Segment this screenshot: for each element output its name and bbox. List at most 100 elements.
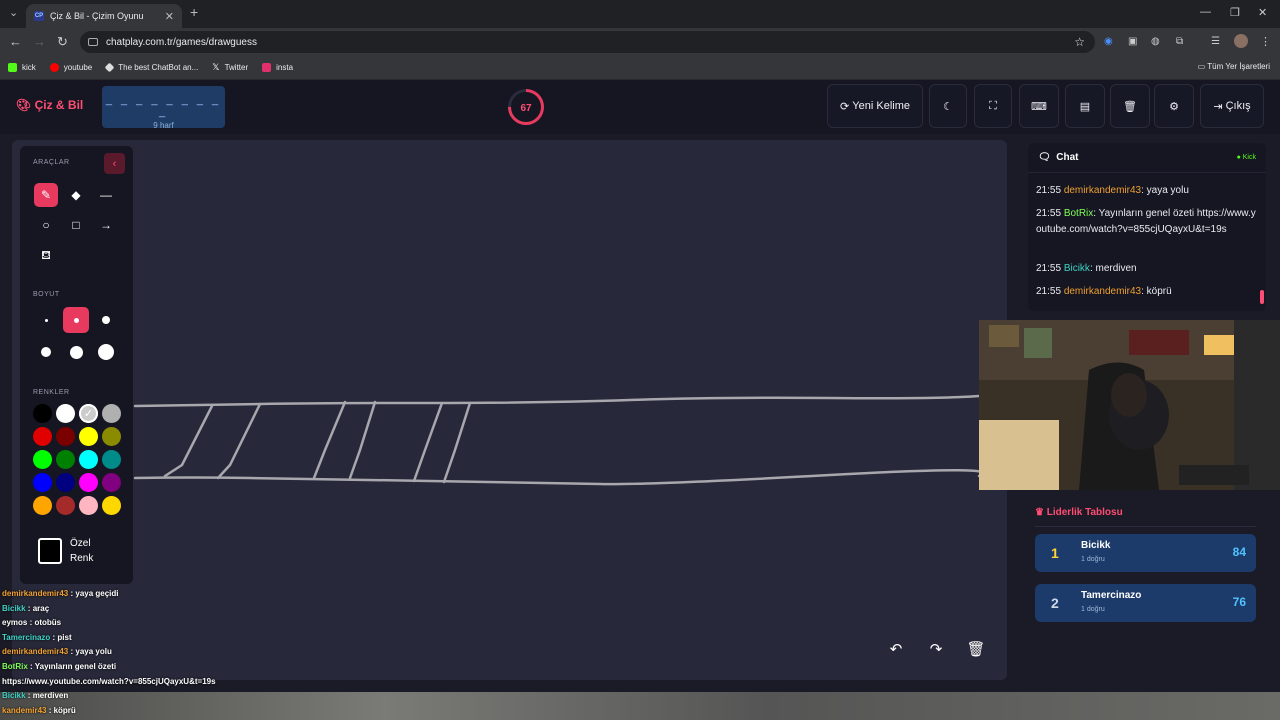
color-swatch[interactable] — [79, 496, 98, 515]
overlay-chat-message: Bicikk : araç — [2, 604, 49, 613]
paint-bucket-icon: ⛾ — [41, 248, 51, 262]
reload-icon[interactable]: ↻ — [57, 34, 68, 50]
size-1[interactable] — [33, 307, 59, 333]
bookmark-kick[interactable]: kick — [8, 63, 36, 72]
trash-icon: 🗑︎ — [966, 641, 986, 658]
reading-list-icon[interactable]: ☰ — [1211, 36, 1220, 47]
favicon-icon: CP — [34, 11, 44, 21]
color-swatch[interactable] — [79, 473, 98, 492]
extension-icon[interactable]: ◉ — [1104, 36, 1113, 47]
chat-scrollbar[interactable] — [1260, 290, 1264, 304]
close-window-icon[interactable]: ✕ — [1258, 6, 1267, 19]
extensions-puzzle-icon[interactable]: ⧉ — [1176, 36, 1183, 47]
overlay-chat-text: : otobüs — [27, 618, 62, 628]
color-swatch[interactable] — [79, 427, 98, 446]
color-swatch[interactable] — [79, 450, 98, 469]
chat-icon: 🗨︎ — [1038, 152, 1057, 163]
fill-tool[interactable]: ⛾ — [34, 244, 58, 268]
chat-header: 🗨︎ Chat ● Kick — [1028, 143, 1266, 173]
site-info-icon[interactable] — [88, 38, 98, 46]
fullscreen-button[interactable]: ⛶ — [974, 84, 1012, 128]
bookmark-insta[interactable]: insta — [262, 63, 293, 72]
overlay-chat-message: demirkandemir43 : yaya yolu — [2, 647, 112, 656]
color-swatch[interactable] — [102, 496, 121, 515]
size-5[interactable] — [63, 339, 89, 365]
color-swatch[interactable] — [56, 427, 75, 446]
color-swatch[interactable] — [33, 496, 52, 515]
color-swatch[interactable] — [56, 473, 75, 492]
color-swatch[interactable] — [33, 404, 52, 423]
color-swatch[interactable] — [102, 473, 121, 492]
eraser-tool[interactable]: ◆ — [64, 183, 88, 207]
color-swatch[interactable] — [56, 496, 75, 515]
clear-canvas-button[interactable]: 🗑︎ — [961, 634, 991, 664]
size-6[interactable] — [93, 339, 119, 365]
color-swatch[interactable] — [33, 427, 52, 446]
collapse-panel-button[interactable]: ‹ — [104, 153, 125, 174]
bookmark-star-icon[interactable]: ☆ — [1074, 35, 1085, 49]
overlay-chat-user: demirkandemir43 — [2, 589, 69, 598]
address-bar[interactable]: chatplay.com.tr/games/drawguess ☆ — [80, 31, 1095, 53]
maximize-icon[interactable]: ❐ — [1230, 6, 1240, 19]
settings-button[interactable]: ⚙ — [1154, 84, 1194, 128]
brush-tool[interactable]: ✎ — [34, 183, 58, 207]
keyboard-button[interactable]: ⌨ — [1019, 84, 1059, 128]
extension-icon[interactable]: ◍ — [1151, 36, 1160, 47]
forward-icon[interactable]: → — [33, 34, 46, 49]
arrow-tool[interactable]: → — [94, 213, 118, 237]
back-icon[interactable]: ← — [9, 34, 22, 49]
tab-list-icon[interactable]: ⌄ — [9, 6, 18, 19]
overlay-chat-user: Bicikk — [2, 603, 26, 613]
new-word-button[interactable]: ⟳ Yeni Kelime — [827, 84, 923, 128]
color-swatch[interactable] — [33, 473, 52, 492]
app-logo[interactable]: 🎨︎ Çiz & Bil — [16, 98, 83, 112]
color-swatch[interactable] — [56, 450, 75, 469]
circle-icon: ○ — [42, 218, 50, 232]
stream-chat-overlay: demirkandemir43 : yaya geçidi Bicikk : ar… — [0, 586, 300, 720]
word-hint: 9 harf — [153, 121, 174, 130]
chat-message: 21:55 BotRix: Yayınların genel özeti htt… — [1036, 208, 1256, 235]
bookmark-twitter[interactable]: 𝕏 Twitter — [212, 62, 248, 73]
browser-tab[interactable]: CP Çiz & Bil - Çizim Oyunu ✕ — [26, 4, 182, 28]
arrow-right-icon: → — [100, 218, 112, 232]
all-bookmarks[interactable]: ▭ Tüm Yer İşaretleri — [1198, 62, 1270, 71]
color-swatch[interactable] — [102, 450, 121, 469]
bookmarks-bar: kick youtube The best ChatBot an... 𝕏 Twi… — [0, 56, 1280, 80]
x-icon: 𝕏 — [212, 62, 220, 72]
size-4[interactable] — [33, 339, 59, 365]
new-tab-button[interactable]: + — [190, 4, 198, 20]
expand-icon: ⛶ — [989, 99, 997, 112]
minimize-icon[interactable]: — — [1200, 6, 1211, 18]
dark-mode-button[interactable]: ☾ — [929, 84, 967, 128]
color-swatch[interactable] — [102, 404, 121, 423]
palette-icon: 🎨︎ — [16, 98, 35, 112]
archive-button[interactable]: ▤ — [1065, 84, 1105, 128]
color-swatch[interactable]: ✓ — [79, 404, 98, 423]
circle-tool[interactable]: ○ — [34, 213, 58, 237]
redo-button[interactable]: ↷ — [921, 634, 951, 664]
menu-kebab-icon[interactable]: ⋮ — [1260, 35, 1271, 48]
color-swatch[interactable] — [102, 427, 121, 446]
color-swatch[interactable] — [33, 450, 52, 469]
size-2[interactable] — [63, 307, 89, 333]
moon-icon: ☾ — [943, 100, 953, 113]
delete-button[interactable]: 🗑︎ — [1110, 84, 1150, 128]
rectangle-tool[interactable]: □ — [64, 213, 88, 237]
undo-button[interactable]: ↶ — [881, 634, 911, 664]
bookmark-chatbot[interactable]: The best ChatBot an... — [104, 62, 198, 73]
exit-button[interactable]: ⇥ Çıkış — [1200, 84, 1264, 128]
extension-icon[interactable]: ▣ — [1128, 36, 1137, 47]
color-swatch[interactable] — [56, 404, 75, 423]
drawing-strokes — [133, 394, 980, 486]
overlay-chat-message: https://www.youtube.com/watch?v=855cjUQa… — [2, 677, 216, 686]
line-tool[interactable]: — — [94, 183, 118, 207]
overlay-chat-message: Bicikk : merdiven — [2, 691, 68, 700]
overlay-chat-user: Tamercinazo — [2, 632, 51, 642]
close-tab-icon[interactable]: ✕ — [165, 10, 174, 23]
square-icon: □ — [72, 218, 80, 232]
custom-color-button[interactable]: Özel Renk — [38, 535, 126, 567]
size-3[interactable] — [93, 307, 119, 333]
keyboard-icon: ⌨ — [1031, 100, 1047, 113]
profile-avatar[interactable] — [1234, 34, 1248, 48]
bookmark-youtube[interactable]: youtube — [49, 63, 92, 72]
